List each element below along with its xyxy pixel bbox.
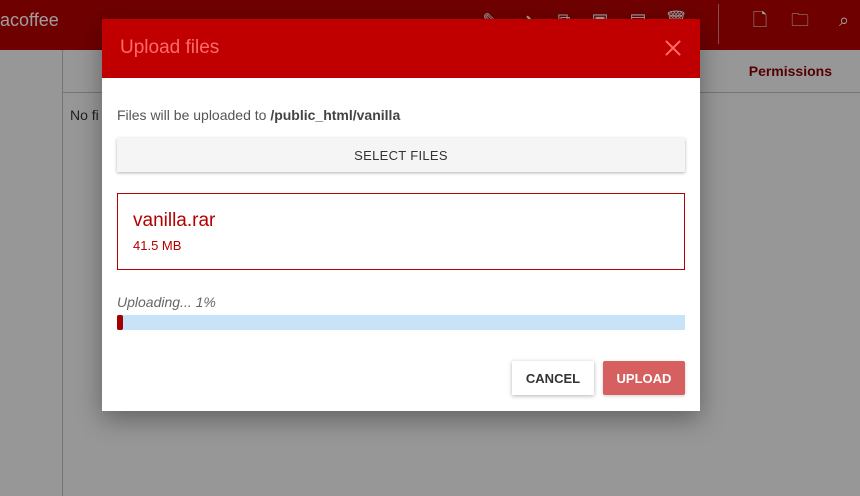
dialog-header: Upload files (102, 19, 700, 78)
upload-button[interactable]: UPLOAD (603, 361, 685, 395)
file-size: 41.5 MB (133, 238, 182, 253)
upload-progress-fill (117, 315, 123, 330)
file-item: vanilla.rar 41.5 MB (117, 193, 685, 270)
dialog-title: Upload files (120, 37, 220, 58)
close-icon[interactable] (662, 37, 684, 59)
select-files-button[interactable]: SELECT FILES (117, 138, 685, 172)
upload-dialog: Upload files Files will be uploaded to /… (102, 19, 700, 411)
file-name: vanilla.rar (133, 210, 216, 231)
upload-status: Uploading... 1% (117, 294, 216, 310)
page: Permissions No fi acoffee ✎ ➜ ⧉ ▣ ▤ 🗑 🗋 … (0, 0, 860, 496)
upload-progress-bar (117, 315, 685, 330)
destination-label: Files will be uploaded to (117, 107, 267, 123)
cancel-button[interactable]: CANCEL (512, 361, 594, 395)
destination-path: /public_html/vanilla (270, 107, 401, 123)
upload-destination: Files will be uploaded to /public_html/v… (117, 107, 400, 123)
